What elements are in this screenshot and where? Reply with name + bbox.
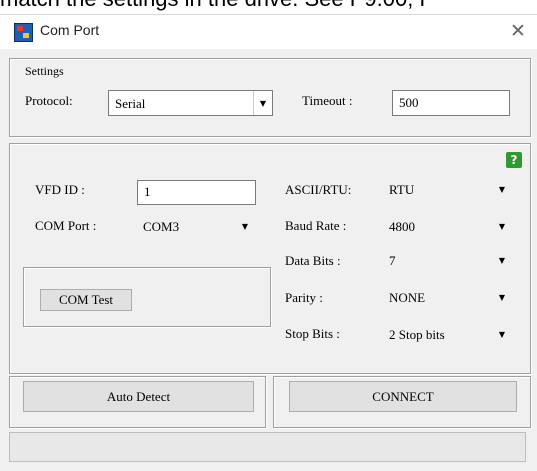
background-document-text: match the settings in the drive. See P9.… xyxy=(0,0,537,14)
help-icon[interactable]: ? xyxy=(506,152,522,168)
protocol-select[interactable]: Serial ▼ xyxy=(108,90,273,116)
dropdown-arrow-icon: ▼ xyxy=(241,222,249,231)
dropdown-arrow-icon: ▼ xyxy=(253,91,272,115)
dropdown-arrow-icon: ▼ xyxy=(498,222,506,231)
dropdown-arrow-icon: ▼ xyxy=(498,185,506,194)
baud-rate-select[interactable]: 4800 ▼ xyxy=(389,215,511,239)
parity-value: NONE xyxy=(389,290,426,305)
protocol-label: Protocol: xyxy=(25,93,73,108)
ascii-rtu-label: ASCII/RTU: xyxy=(285,182,352,197)
title-bar: Com Port ✕ xyxy=(0,15,537,49)
timeout-input[interactable]: 500 xyxy=(392,90,510,116)
com-port-dialog: Com Port ✕ Settings Protocol: Serial ▼ T… xyxy=(0,14,537,471)
data-bits-select[interactable]: 7 ▼ xyxy=(389,249,511,273)
dropdown-arrow-icon: ▼ xyxy=(498,293,506,302)
ascii-rtu-select[interactable]: RTU ▼ xyxy=(389,178,511,202)
auto-detect-button[interactable]: Auto Detect xyxy=(23,381,254,412)
ascii-rtu-value: RTU xyxy=(389,182,415,197)
data-bits-value: 7 xyxy=(389,253,396,268)
baud-rate-value: 4800 xyxy=(389,219,415,234)
window-title: Com Port xyxy=(40,22,100,38)
connect-button[interactable]: CONNECT xyxy=(289,381,517,412)
baud-rate-label: Baud Rate : xyxy=(285,218,347,233)
com-port-select[interactable]: COM3 ▼ xyxy=(143,215,254,239)
close-icon[interactable]: ✕ xyxy=(506,19,530,43)
settings-group-label: Settings xyxy=(25,64,64,78)
data-bits-label: Data Bits : xyxy=(285,253,341,268)
parity-select[interactable]: NONE ▼ xyxy=(389,286,511,310)
protocol-value: Serial xyxy=(115,96,146,111)
vfd-id-input[interactable]: 1 xyxy=(137,180,256,205)
stop-bits-value: 2 Stop bits xyxy=(389,327,445,342)
status-bar xyxy=(9,432,526,462)
com-test-button[interactable]: COM Test xyxy=(40,289,132,311)
dropdown-arrow-icon: ▼ xyxy=(498,256,506,265)
parity-label: Parity : xyxy=(285,290,323,305)
vfd-id-label: VFD ID : xyxy=(35,182,85,197)
stop-bits-select[interactable]: 2 Stop bits ▼ xyxy=(389,323,511,347)
timeout-label: Timeout : xyxy=(302,93,353,108)
stop-bits-label: Stop Bits : xyxy=(285,326,340,341)
app-icon xyxy=(14,23,33,42)
dropdown-arrow-icon: ▼ xyxy=(498,330,506,339)
com-port-value: COM3 xyxy=(143,219,180,234)
com-port-label: COM Port : xyxy=(35,218,97,233)
